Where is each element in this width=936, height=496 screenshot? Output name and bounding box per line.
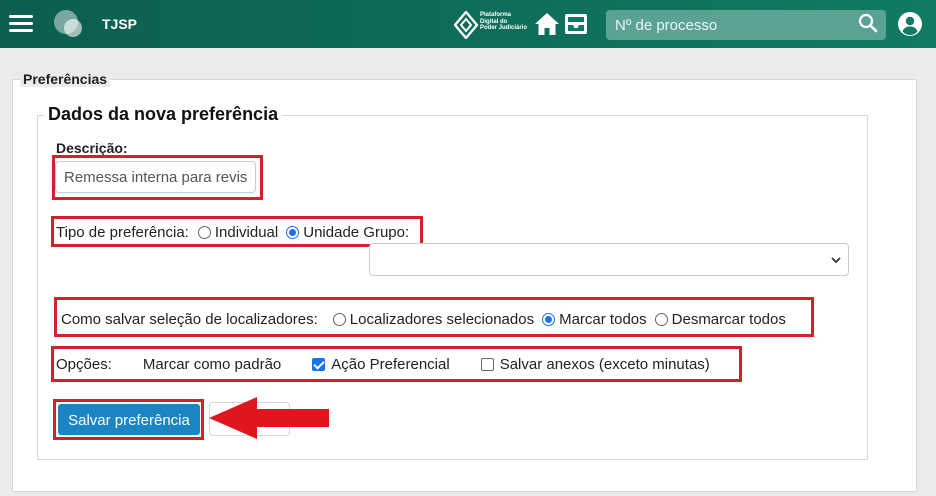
menu-icon[interactable] — [9, 15, 33, 33]
platform-logo: Plataforma Digital do Poder Judiciário — [454, 11, 530, 39]
top-navigation-bar: TJSP Plataforma Digital do Poder Judiciá… — [0, 0, 936, 48]
save-button-highlight-box — [53, 399, 204, 440]
app-title: TJSP — [102, 16, 138, 32]
platform-logo-text: Plataforma Digital do Poder Judiciário — [480, 12, 527, 32]
chevron-down-icon — [831, 257, 841, 264]
search-icon[interactable] — [858, 13, 878, 33]
app-logo-icon — [54, 10, 86, 40]
inbox-icon[interactable] — [563, 11, 589, 37]
user-account-icon[interactable] — [897, 11, 923, 37]
platform-logo-icon — [454, 11, 478, 39]
options-highlight-box — [51, 346, 742, 382]
platform-logo-line: Poder Judiciário — [480, 25, 528, 31]
unit-group-select[interactable] — [369, 243, 849, 276]
description-label: Descrição: — [56, 140, 128, 156]
new-preference-title: Dados da nova preferência — [44, 104, 283, 125]
description-highlight-box — [52, 155, 263, 200]
preference-type-highlight-box — [51, 216, 423, 247]
preferences-section-title: Preferências — [20, 71, 111, 87]
home-icon[interactable] — [534, 11, 560, 37]
process-number-search-input[interactable] — [606, 10, 886, 40]
red-arrow-annotation — [209, 397, 329, 439]
locator-selection-highlight-box — [54, 297, 814, 337]
